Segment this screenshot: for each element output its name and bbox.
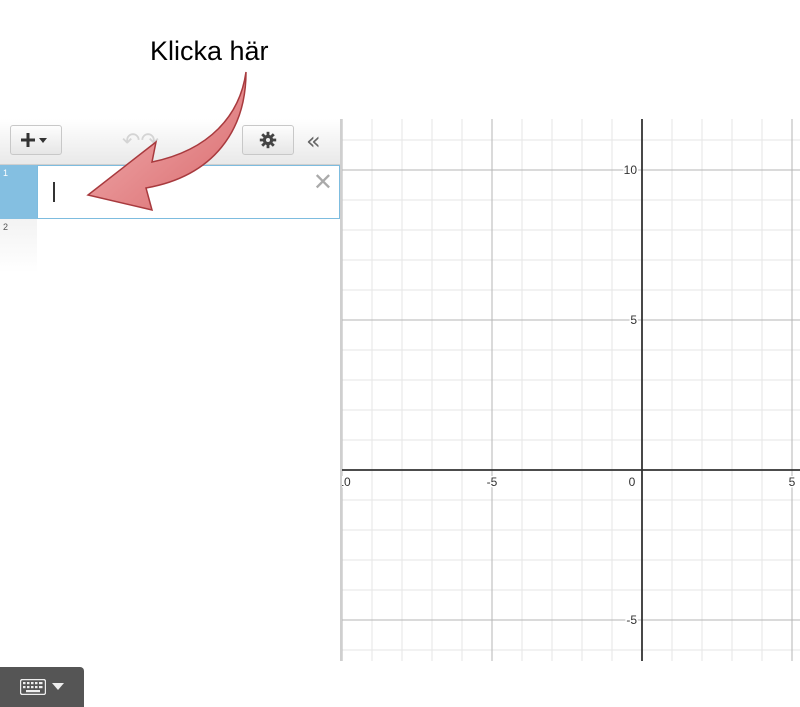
y-tick-label: 5 [630, 313, 637, 327]
expression-row[interactable]: 1 ✕ [0, 165, 340, 219]
settings-button[interactable] [242, 125, 294, 155]
expression-index-bar: 2 [0, 219, 37, 273]
gear-icon [259, 131, 277, 149]
x-tick-label: 0 [629, 475, 636, 489]
x-axis-labels: -10 -5 0 5 [342, 474, 797, 491]
redo-icon[interactable]: ↷ [140, 129, 158, 154]
double-chevron-left-icon: « [306, 127, 321, 155]
text-caret [53, 182, 55, 202]
delete-expression-button[interactable]: ✕ [313, 168, 333, 196]
collapse-panel-button[interactable]: « [306, 127, 321, 155]
add-item-button[interactable] [10, 125, 62, 155]
undo-redo-group: ↶↷ [122, 129, 159, 154]
expression-toolbar: ↶↷ « [0, 119, 340, 165]
y-axis-labels: 10 5 -5 [622, 162, 639, 629]
graph-canvas[interactable]: -10 -5 0 5 10 5 -5 [342, 119, 800, 661]
expression-row[interactable]: 2 [0, 219, 340, 273]
plus-icon [21, 133, 47, 147]
grid-minor-lines [342, 119, 800, 661]
graphing-calculator: ↶↷ « 1 ✕ 2 0 -5 0 5 10 5 -5 [0, 119, 800, 707]
undo-icon[interactable]: ↶ [122, 129, 140, 154]
expression-number: 1 [3, 168, 9, 178]
chevron-down-icon [52, 683, 64, 690]
keyboard-toggle-button[interactable] [0, 667, 84, 707]
expression-input[interactable]: ✕ [37, 165, 340, 219]
annotation-label: Klicka här [150, 36, 269, 66]
expression-index-bar: 1 [0, 165, 37, 219]
x-tick-label: -5 [487, 475, 498, 489]
x-tick-label: -10 [342, 475, 351, 489]
y-tick-label: 10 [624, 163, 638, 177]
expression-number: 2 [3, 222, 9, 232]
expression-list: 1 ✕ 2 [0, 165, 340, 707]
x-tick-label: 5 [789, 475, 796, 489]
keyboard-icon [20, 679, 46, 695]
y-tick-label: -5 [626, 613, 637, 627]
